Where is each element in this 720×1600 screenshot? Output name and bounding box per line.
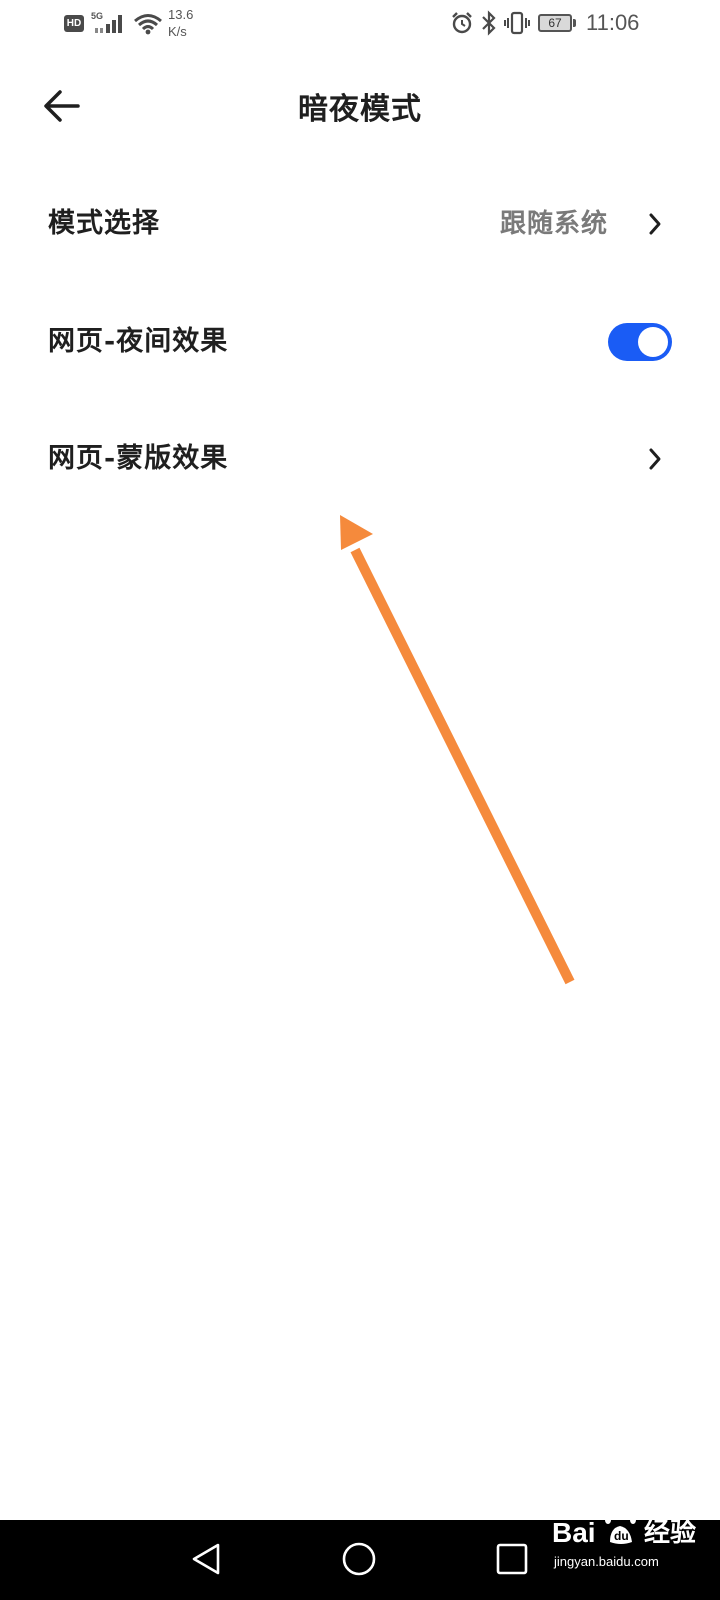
chevron-right-icon xyxy=(649,448,661,470)
baidu-logo: Bai du xyxy=(552,1511,636,1548)
nav-back-icon[interactable] xyxy=(186,1538,228,1580)
watermark-suffix: 经验 xyxy=(644,1518,697,1548)
setting-row-mode-select[interactable]: 模式选择 跟随系统 xyxy=(0,176,720,272)
navigation-bar: Bai du 经验 jingyan.baidu.com xyxy=(0,1511,720,1600)
signal-icon xyxy=(95,15,122,33)
bluetooth-icon xyxy=(482,10,496,36)
vibrate-icon xyxy=(504,11,530,35)
toggle-knob xyxy=(638,327,668,357)
watermark-url: jingyan.baidu.com xyxy=(554,1554,659,1569)
chevron-right-icon xyxy=(649,213,661,235)
setting-label: 网页-夜间效果 xyxy=(48,326,229,357)
svg-text:du: du xyxy=(614,1529,629,1543)
setting-value: 跟随系统 xyxy=(499,209,608,239)
battery-tip xyxy=(573,19,576,27)
night-effect-toggle[interactable] xyxy=(608,323,672,361)
page-title: 暗夜模式 xyxy=(298,92,422,127)
status-bar: HD 5G 13.6 K/s 67 11:06 xyxy=(0,0,720,50)
setting-row-web-mask-effect[interactable]: 网页-蒙版效果 xyxy=(0,411,720,507)
setting-label: 模式选择 xyxy=(48,208,160,239)
speed-value: 13.6 xyxy=(168,7,194,22)
wifi-icon xyxy=(134,14,162,35)
alarm-icon xyxy=(452,12,472,34)
nav-recent-icon[interactable] xyxy=(491,1538,533,1580)
setting-label: 网页-蒙版效果 xyxy=(48,443,229,474)
setting-row-web-night-effect: 网页-夜间效果 xyxy=(0,294,720,390)
network-speed: 13.6 K/s xyxy=(168,6,208,40)
speed-unit: K/s xyxy=(168,24,187,39)
hd-icon: HD xyxy=(64,15,84,32)
svg-text:Bai: Bai xyxy=(552,1517,596,1548)
status-time: 11:06 xyxy=(586,10,640,35)
nav-home-icon[interactable] xyxy=(338,1538,380,1580)
baidu-jingyan-watermark: Bai du 经验 jingyan.baidu.com xyxy=(552,1506,712,1572)
battery-icon: 67 xyxy=(538,14,572,32)
